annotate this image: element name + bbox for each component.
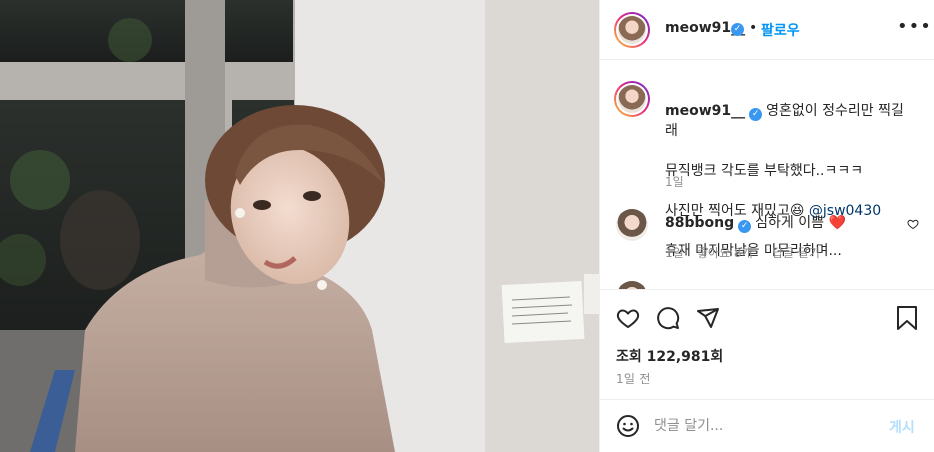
comment-bubble-icon[interactable]: [656, 306, 680, 330]
avatar-image: [618, 85, 646, 113]
post-comment-button[interactable]: 게시: [889, 417, 915, 437]
follow-button[interactable]: 팔로우: [761, 20, 800, 40]
bookmark-icon[interactable]: [896, 305, 918, 331]
verified-badge-icon: ✓: [738, 220, 752, 233]
caption-text: meow91__ ✓ 영혼없이 정수리만 찍길래 뮤직뱅크 각도를 부탁했다..ㅋㅋ…: [665, 81, 915, 261]
comment-likes-count[interactable]: 좋아요 8개: [697, 244, 753, 261]
comment-input[interactable]: [652, 413, 872, 439]
caption-line-2: 뮤직뱅크 각도를 부탁했다..ㅋㅋㅋ: [665, 163, 864, 179]
paper-plane-icon[interactable]: [696, 306, 720, 330]
video-frame: [0, 0, 599, 452]
verified-badge-icon: ✓: [731, 23, 744, 36]
more-dots-icon[interactable]: •••: [897, 16, 932, 37]
caption-avatar[interactable]: [614, 81, 650, 117]
comment-input-bar: 게시: [600, 399, 934, 452]
avatar-image: [618, 16, 646, 44]
post-video[interactable]: [0, 0, 599, 452]
post-actions: 조회 122,981회 1일 전: [600, 289, 934, 399]
caption-age[interactable]: 1일: [665, 173, 684, 190]
author-avatar[interactable]: [614, 12, 650, 48]
red-heart-emoji-icon: ❤️: [828, 215, 846, 231]
commenter-avatar[interactable]: [616, 209, 648, 241]
comment-age[interactable]: 1일: [665, 244, 684, 261]
post-side-panel: meow91__ ✓ • 팔로우 ••• meow91__ ✓ 영혼없이 정수리만 …: [599, 0, 934, 452]
comment-like-heart-icon[interactable]: [907, 218, 919, 230]
comment-text: 88bbong ✓ 심하게 이쁨 ❤️: [665, 212, 846, 233]
next-commenter-avatar[interactable]: [616, 281, 648, 289]
comment-username[interactable]: 88bbong: [665, 215, 734, 231]
caption-username[interactable]: meow91__: [665, 103, 745, 119]
comment-body: 심하게 이쁨: [755, 215, 824, 231]
smiley-icon[interactable]: [616, 414, 640, 438]
view-count[interactable]: 조회 122,981회: [616, 346, 723, 366]
post-header: meow91__ ✓ • 팔로우 •••: [600, 0, 934, 60]
heart-outline-icon[interactable]: [616, 306, 640, 330]
reply-button[interactable]: 답글 달기: [772, 244, 820, 261]
verified-badge-icon: ✓: [749, 108, 763, 121]
header-separator: •: [749, 20, 758, 36]
comments-section: meow91__ ✓ 영혼없이 정수리만 찍길래 뮤직뱅크 각도를 부탁했다..ㅋㅋ…: [600, 61, 934, 289]
instagram-post-modal: meow91__ ✓ • 팔로우 ••• meow91__ ✓ 영혼없이 정수리만 …: [0, 0, 934, 452]
post-date[interactable]: 1일 전: [616, 370, 651, 387]
